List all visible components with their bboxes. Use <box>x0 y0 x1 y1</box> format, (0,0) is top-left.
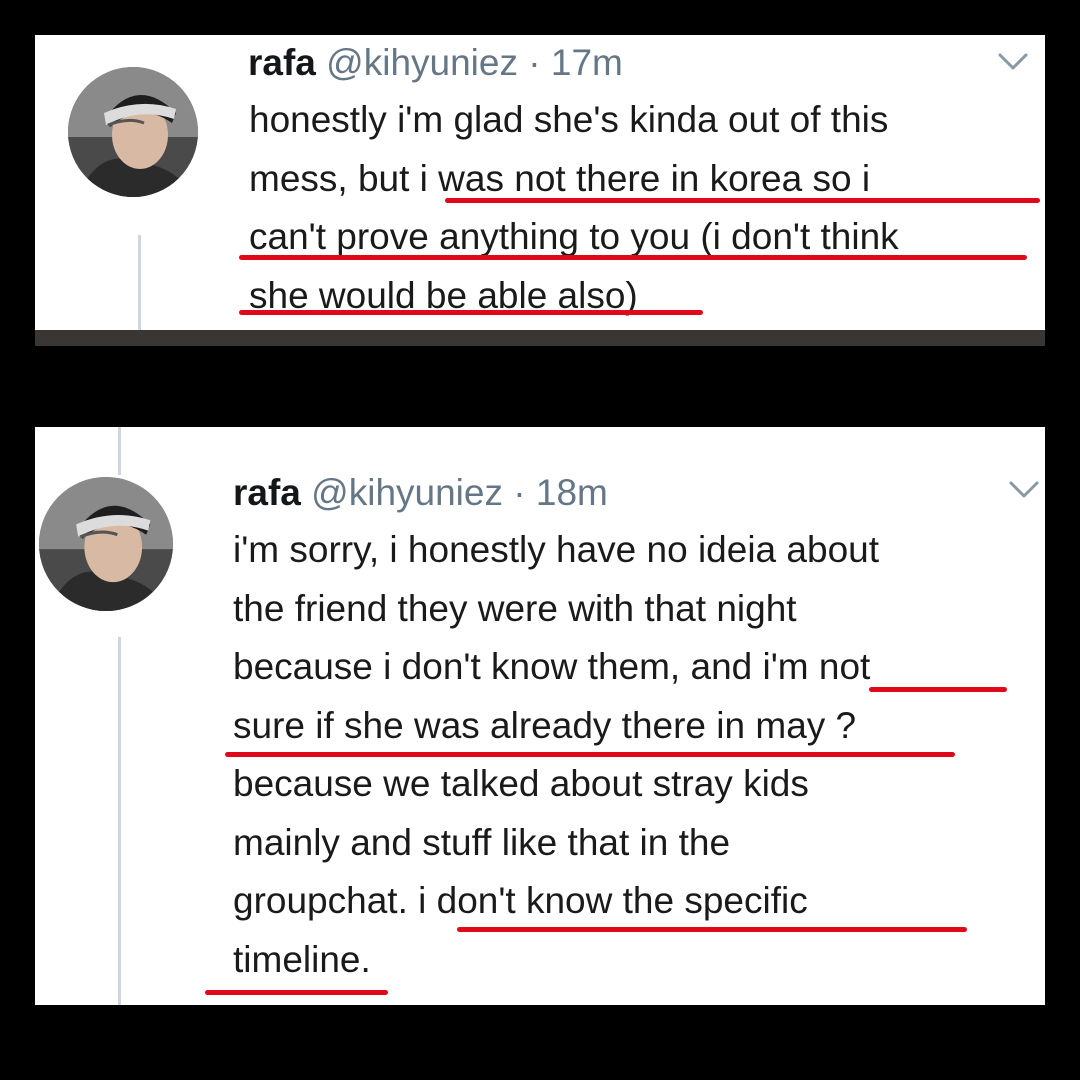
highlight-underline <box>205 990 388 995</box>
tweet-line: groupchat. i don't know the specific <box>233 880 808 921</box>
tweet-line: mainly and stuff like that in the <box>233 821 731 863</box>
timestamp[interactable]: 17m <box>551 42 623 83</box>
user-handle[interactable]: @kihyuniez <box>311 472 503 513</box>
display-name[interactable]: rafa <box>248 42 316 83</box>
tweet-text: honestly i'm glad she's kinda out of thi… <box>249 91 899 325</box>
tweet-card-2[interactable]: rafa @kihyuniez · 18m i'm sorry, i hones… <box>35 427 1045 1005</box>
user-handle[interactable]: @kihyuniez <box>326 42 518 83</box>
highlight-underline <box>869 687 1007 692</box>
tweet-line: because we talked about stray kids <box>233 763 809 804</box>
avatar[interactable] <box>68 67 198 197</box>
tweet-line: honestly i'm glad she's kinda out of thi… <box>249 99 889 140</box>
chevron-down-icon[interactable] <box>997 51 1029 73</box>
highlight-underline <box>225 752 955 757</box>
tweet-card-1[interactable]: rafa @kihyuniez · 17m honestly i'm glad … <box>35 35 1045 345</box>
highlight-underline <box>239 310 703 315</box>
separator-dot: · <box>528 42 541 83</box>
thread-line <box>138 235 141 345</box>
separator-dot: · <box>513 472 526 513</box>
timestamp[interactable]: 18m <box>536 472 608 513</box>
tweet-line: timeline. <box>233 938 371 980</box>
avatar-photo <box>68 67 198 197</box>
display-name[interactable]: rafa <box>233 472 301 513</box>
chevron-down-icon[interactable] <box>1008 479 1040 501</box>
card-bottom-bar <box>35 330 1045 346</box>
thread-line <box>118 427 121 475</box>
tweet-line: because i don't know them, and i'm not <box>233 646 871 687</box>
highlight-underline <box>445 198 1040 203</box>
tweet-line: the friend they were with that night <box>233 587 797 629</box>
tweet-line: sure if she was already there in may ? <box>233 704 857 746</box>
tweet-line: i'm sorry, i honestly have no ideia abou… <box>233 529 880 570</box>
highlight-underline <box>239 255 1027 260</box>
tweet-header: rafa @kihyuniez · 17m <box>248 41 623 85</box>
avatar[interactable] <box>39 477 173 611</box>
thread-line <box>118 637 121 1005</box>
tweet-line: she would be able also) <box>249 274 638 316</box>
tweet-header: rafa @kihyuniez · 18m <box>233 471 608 515</box>
avatar-photo <box>39 477 173 611</box>
highlight-underline <box>457 927 967 932</box>
